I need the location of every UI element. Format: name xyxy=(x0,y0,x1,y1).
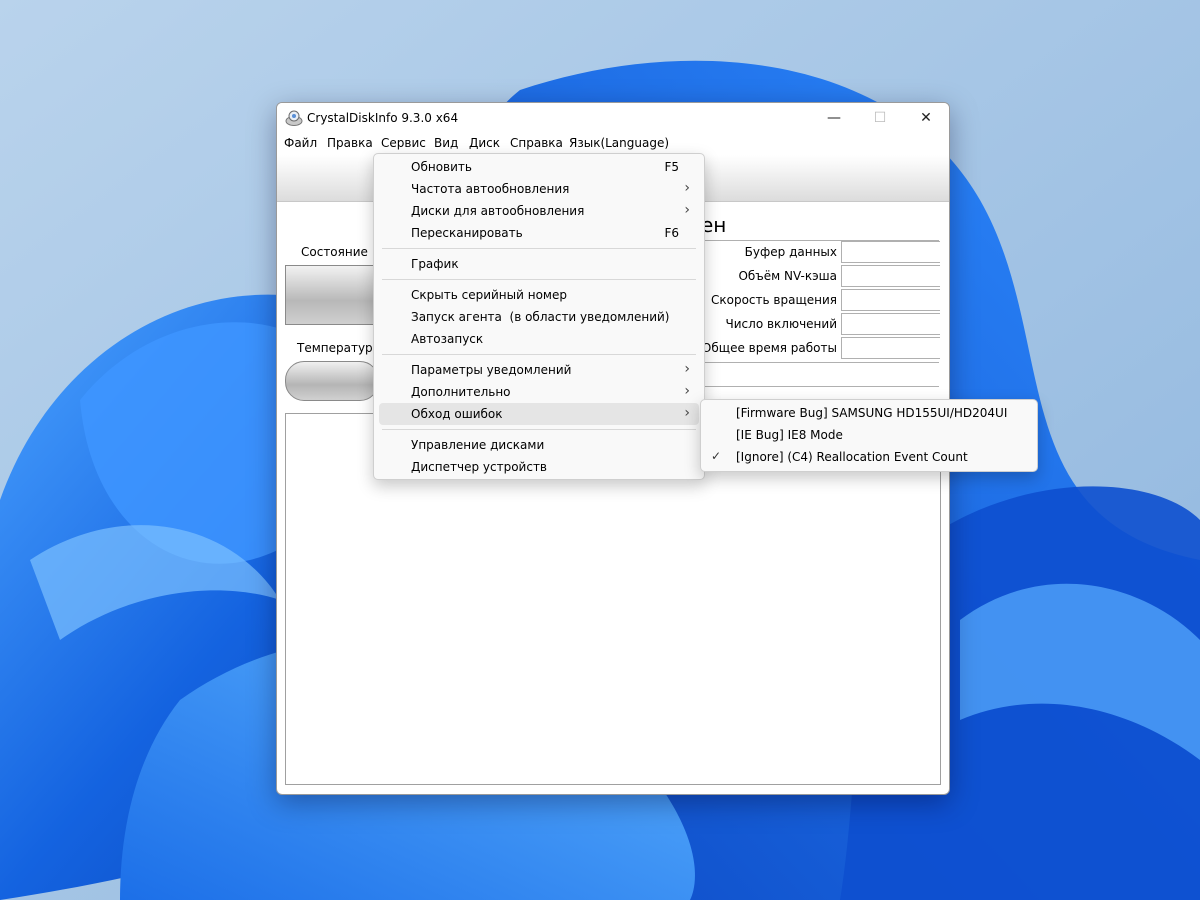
nv-cache-label: Объём NV-кэша xyxy=(738,269,837,283)
menu-help[interactable]: Справка xyxy=(510,136,563,150)
window-title: CrystalDiskInfo 9.3.0 x64 xyxy=(307,111,459,125)
menu-item-resident-agent[interactable]: Запуск агента (в области уведомлений) xyxy=(374,306,704,328)
power-on-count-field xyxy=(841,313,940,335)
checkmark-icon: ✓ xyxy=(711,449,722,463)
close-button[interactable]: ✕ xyxy=(903,103,949,133)
menu-item-label: График xyxy=(411,257,459,271)
menu-item-auto-refresh[interactable]: Частота автообновления › xyxy=(374,178,704,200)
health-status-label: Состояние xyxy=(301,245,368,259)
temperature-label: Температура xyxy=(297,341,381,355)
buffer-size-field xyxy=(841,241,940,263)
chevron-right-icon: › xyxy=(684,383,690,399)
menu-separator xyxy=(382,279,696,280)
shortcut-label: F6 xyxy=(664,226,679,240)
chevron-right-icon: › xyxy=(684,180,690,196)
menu-item-label: Диспетчер устройств xyxy=(411,460,548,474)
menu-item-auto-refresh-disks[interactable]: Диски для автообновления › xyxy=(374,200,704,222)
menu-item-label: Пересканировать xyxy=(411,226,523,240)
menu-item-label: Дополнительно xyxy=(411,385,511,399)
menu-separator xyxy=(382,429,696,430)
service-menu: Обновить F5 Частота автообновления › Дис… xyxy=(373,153,705,480)
menu-item-label: Диски для автообновления xyxy=(411,204,585,218)
chevron-right-icon: › xyxy=(684,202,690,218)
submenu-item-ie8-mode[interactable]: [IE Bug] IE8 Mode xyxy=(701,424,1037,446)
submenu-item-samsung-firmware-bug[interactable]: [Firmware Bug] SAMSUNG HD155UI/HD204UI xyxy=(701,402,1037,424)
menu-item-refresh[interactable]: Обновить F5 xyxy=(374,156,704,178)
menu-item-advanced[interactable]: Дополнительно › xyxy=(374,381,704,403)
menu-bar: Файл Правка Сервис Вид Диск Справка Язык… xyxy=(277,133,949,155)
power-on-hours-field xyxy=(841,337,940,359)
menu-item-label: Автозапуск xyxy=(411,332,484,346)
shortcut-label: F5 xyxy=(664,160,679,174)
menu-item-label: Параметры уведомлений xyxy=(411,363,572,377)
maximize-button[interactable]: ☐ xyxy=(857,103,903,133)
menu-item-rescan[interactable]: Пересканировать F6 xyxy=(374,222,704,244)
menu-disk[interactable]: Диск xyxy=(469,136,500,150)
rotation-rate-field xyxy=(841,289,940,311)
chevron-right-icon: › xyxy=(684,405,690,421)
menu-item-label: [Ignore] (C4) Reallocation Event Count xyxy=(736,450,968,464)
menu-item-label: Обновить xyxy=(411,160,472,174)
menu-file[interactable]: Файл xyxy=(284,136,317,150)
menu-item-hide-serial[interactable]: Скрыть серийный номер xyxy=(374,284,704,306)
menu-item-device-manager[interactable]: Диспетчер устройств xyxy=(374,456,704,478)
menu-separator xyxy=(382,248,696,249)
menu-separator xyxy=(382,354,696,355)
title-bar[interactable]: CrystalDiskInfo 9.3.0 x64 — ☐ ✕ xyxy=(277,103,949,133)
rotation-rate-label: Скорость вращения xyxy=(711,293,837,307)
temperature-indicator[interactable] xyxy=(285,361,379,401)
menu-item-label: Запуск агента (в области уведомлений) xyxy=(411,310,670,324)
menu-item-disk-management[interactable]: Управление дисками xyxy=(374,434,704,456)
chevron-right-icon: › xyxy=(684,361,690,377)
submenu-item-ignore-c4[interactable]: ✓ [Ignore] (C4) Reallocation Event Count xyxy=(701,446,1037,468)
health-status-indicator[interactable] xyxy=(285,265,379,325)
menu-item-label: Скрыть серийный номер xyxy=(411,288,567,302)
menu-item-label: Обход ошибок xyxy=(411,407,503,421)
menu-item-label: [Firmware Bug] SAMSUNG HD155UI/HD204UI xyxy=(736,406,1008,420)
workaround-submenu: [Firmware Bug] SAMSUNG HD155UI/HD204UI [… xyxy=(700,399,1038,472)
menu-view[interactable]: Вид xyxy=(434,136,458,150)
menu-item-label: Управление дисками xyxy=(411,438,545,452)
buffer-size-label: Буфер данных xyxy=(744,245,837,259)
menu-item-label: [IE Bug] IE8 Mode xyxy=(736,428,843,442)
menu-item-alert-settings[interactable]: Параметры уведомлений › xyxy=(374,359,704,381)
nv-cache-field xyxy=(841,265,940,287)
menu-item-graph[interactable]: График xyxy=(374,253,704,275)
menu-item-workaround[interactable]: Обход ошибок › xyxy=(379,403,699,425)
menu-language[interactable]: Язык(Language) xyxy=(569,136,669,150)
menu-item-autostart[interactable]: Автозапуск xyxy=(374,328,704,350)
divider xyxy=(701,362,939,363)
menu-item-label: Частота автообновления xyxy=(411,182,570,196)
power-on-count-label: Число включений xyxy=(725,317,837,331)
divider xyxy=(701,386,939,387)
minimize-button[interactable]: — xyxy=(811,103,857,133)
app-icon xyxy=(285,110,303,126)
menu-edit[interactable]: Правка xyxy=(327,136,373,150)
power-on-hours-label: Общее время работы xyxy=(701,341,837,355)
menu-service[interactable]: Сервис xyxy=(381,136,426,150)
divider xyxy=(701,240,939,241)
